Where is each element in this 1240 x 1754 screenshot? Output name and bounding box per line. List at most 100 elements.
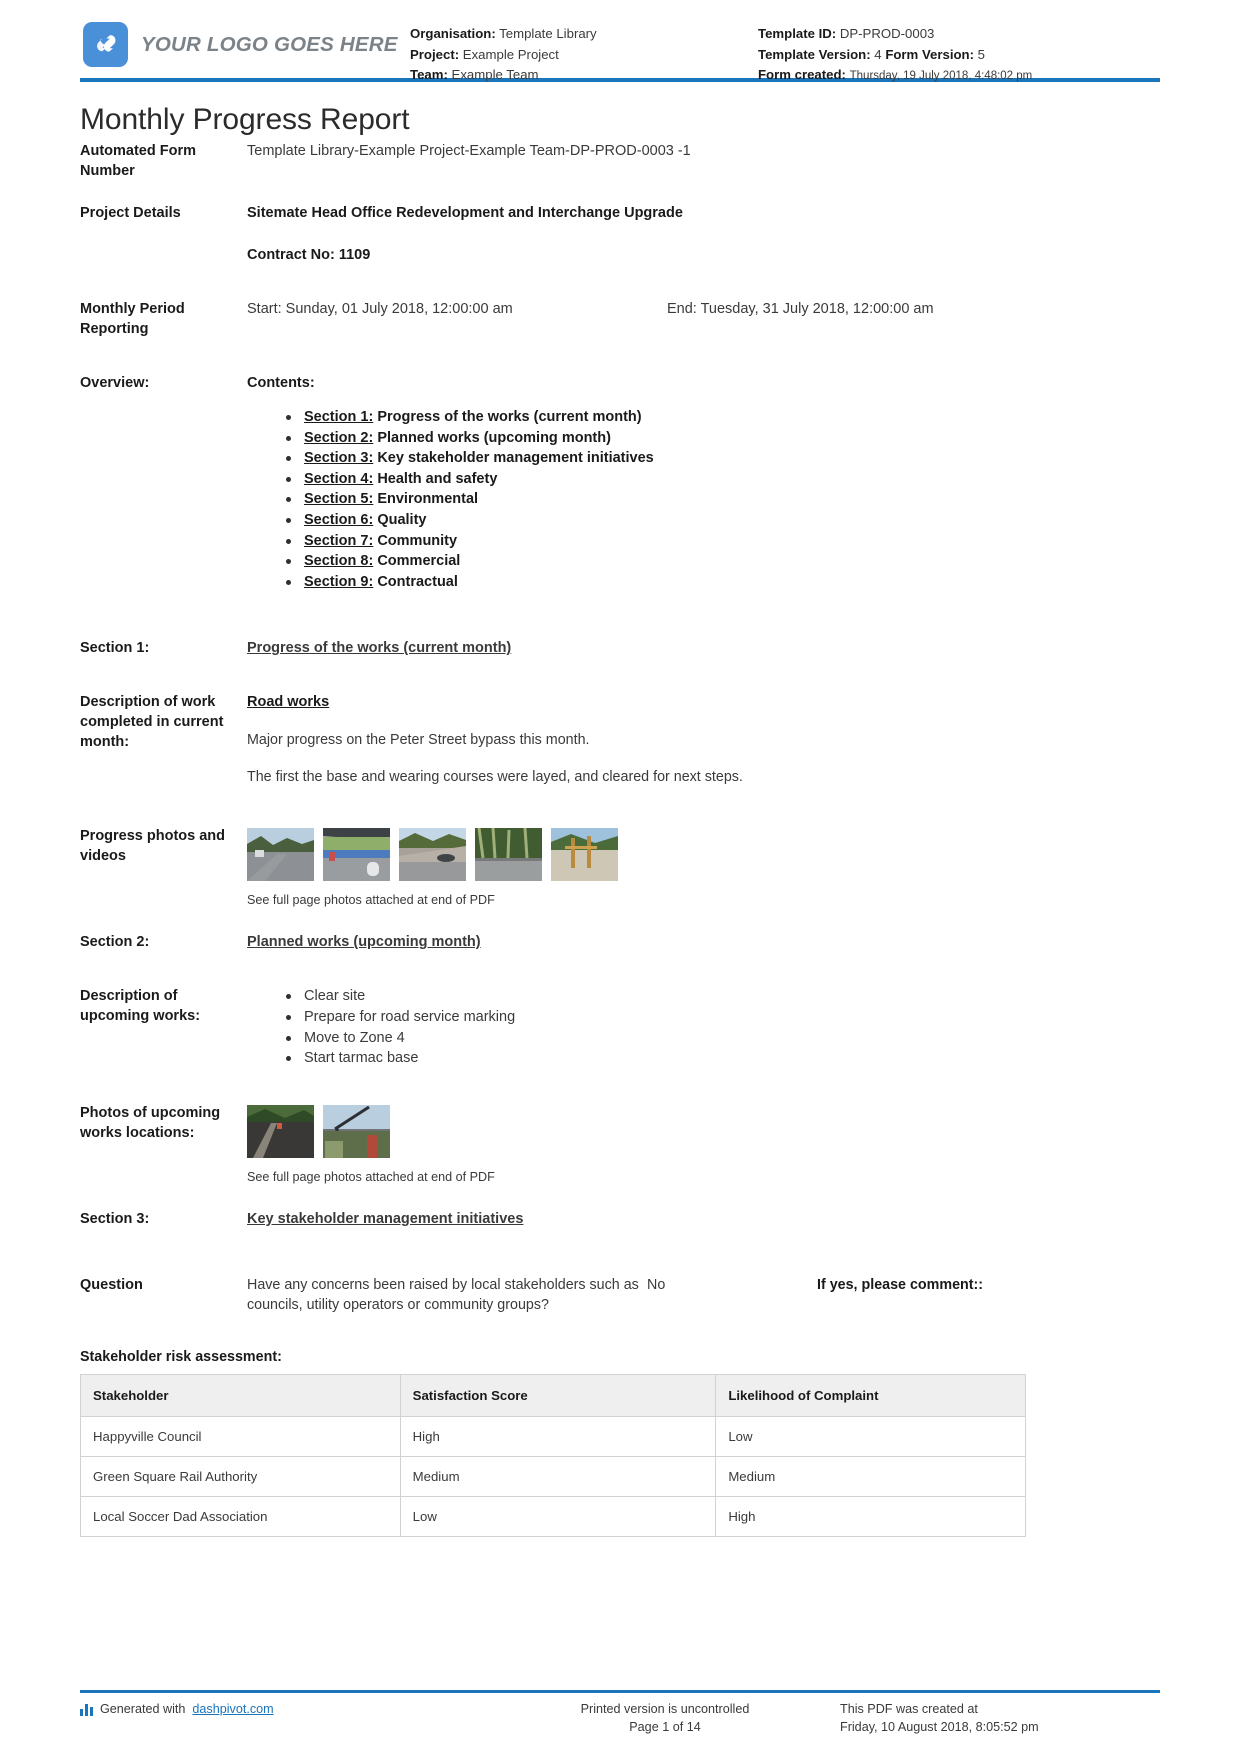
contents-item[interactable]: Section 3: Key stakeholder management in…: [286, 448, 1160, 469]
section3-heading: Key stakeholder management initiatives: [247, 1210, 524, 1227]
page-title: Monthly Progress Report: [80, 103, 410, 136]
stakeholder-risk-table: Stakeholder Satisfaction Score Likelihood …: [80, 1373, 1026, 1537]
contents-item-text: Commercial: [373, 553, 461, 570]
footer-generated: Generated with dashpivot.com: [80, 1700, 500, 1736]
question-label: Question: [80, 1276, 143, 1293]
project-details-label: Project Details: [80, 205, 181, 221]
team-label: Team:: [410, 67, 448, 82]
overview-row: Overview: Contents: Section 1: Progress …: [80, 373, 1160, 592]
contents-item-text: Community: [373, 532, 458, 549]
monthly-period-row: Monthly Period Reporting Start: Sunday, …: [80, 299, 1160, 339]
table-cell: Medium: [399, 1455, 717, 1497]
monthly-period-label: Monthly Period Reporting: [80, 301, 185, 337]
logo-text: YOUR LOGO GOES HERE: [141, 32, 398, 56]
photo-thumbnail[interactable]: [247, 828, 314, 882]
project-value: Example Project: [462, 46, 559, 62]
contents-item[interactable]: Section 7: Community: [286, 531, 1160, 552]
contents-label: Contents:: [247, 375, 315, 391]
overview-label: Overview:: [80, 375, 150, 391]
section1-heading: Progress of the works (current month): [247, 640, 512, 657]
progress-photos-value: See full page photos attached at end of …: [247, 826, 1160, 910]
generated-with-text: Generated with: [100, 1702, 186, 1716]
form-version-label: Form Version:: [885, 46, 974, 62]
automated-form-number-value: Template Library-Example Project-Example…: [247, 143, 691, 159]
section3-label: Section 3:: [80, 1210, 150, 1227]
contents-item-number: Section 8:: [304, 553, 374, 570]
template-version-label: Template Version:: [758, 46, 871, 62]
photo-thumbnail[interactable]: [247, 1104, 314, 1158]
contents-item[interactable]: Section 6: Quality: [286, 510, 1160, 531]
project-details-value: Sitemate Head Office Redevelopment and I…: [247, 205, 683, 221]
table-body: Happyville Council High Low Green Square Ra…: [80, 1415, 1026, 1537]
section1-paragraph-1: Major progress on the Peter Street bypas…: [247, 732, 590, 749]
logo-s-glyph: [83, 22, 128, 67]
section1-heading-row: Section 1: Progress of the works (curren…: [80, 638, 1160, 658]
period-end: End: Tuesday, 31 July 2018, 12:00:00 am: [667, 301, 934, 317]
contents-item-number: Section 1:: [304, 409, 374, 425]
contract-number: Contract No: 1109: [247, 247, 371, 263]
contents-item-text: Health and safety: [373, 470, 498, 487]
progress-photos-row: Progress photos and videos See full page…: [80, 826, 1160, 910]
contents-item[interactable]: Section 5: Environmental: [286, 489, 1160, 510]
document-footer: Generated with dashpivot.com Printed ver…: [80, 1690, 1160, 1736]
stakeholder-table-title: Stakeholder risk assessment:: [80, 1348, 282, 1365]
contents-item-number: Section 2:: [304, 429, 374, 446]
period-start: Start: Sunday, 01 July 2018, 12:00:00 am: [247, 301, 513, 317]
upcoming-works-item: Clear site: [286, 986, 1160, 1007]
contents-item-text: Contractual: [373, 573, 458, 590]
table-row: Local Soccer Dad Association Low High: [80, 1495, 1026, 1537]
question-value: Have any concerns been raised by local s…: [247, 1275, 1160, 1315]
upcoming-photos-value: See full page photos attached at end of …: [247, 1103, 1160, 1187]
contents-item-text: Progress of the works (current month): [373, 409, 642, 425]
contents-item[interactable]: Section 8: Commercial: [286, 551, 1160, 572]
upcoming-photos-row: Photos of upcoming works locations: See …: [80, 1103, 1160, 1187]
template-id-value: DP-PROD-0003: [839, 26, 935, 41]
contents-item[interactable]: Section 1: Progress of the works (curren…: [286, 407, 1160, 428]
progress-photo-thumbnails: [247, 828, 1160, 882]
contents-item[interactable]: Section 9: Contractual: [286, 572, 1160, 593]
section2-description-row: Description of upcoming works: Clear sit…: [80, 986, 1160, 1068]
section1-paragraph-2: The first the base and wearing courses w…: [247, 769, 743, 786]
table-header-row: Stakeholder Satisfaction Score Likelihood …: [80, 1373, 1026, 1417]
contents-item-number: Section 5:: [304, 491, 374, 508]
footer-center: Printed version is uncontrolled Page 1 o…: [500, 1700, 830, 1736]
uncontrolled-notice: Printed version is uncontrolled: [580, 1702, 750, 1716]
table-row: Green Square Rail Authority Medium Medium: [80, 1455, 1026, 1497]
section1-label: Section 1:: [80, 640, 150, 657]
photo-thumbnail[interactable]: [475, 828, 542, 882]
section1-description-value: Road works Major progress on the Peter S…: [247, 692, 1160, 804]
section3-heading-row: Section 3: Key stakeholder management in…: [80, 1209, 1160, 1229]
contents-item-number: Section 6:: [304, 511, 374, 528]
contents-item[interactable]: Section 2: Planned works (upcoming month…: [286, 428, 1160, 449]
progress-photos-label: Progress photos and videos: [80, 828, 226, 865]
table-column-header: Satisfaction Score: [399, 1373, 717, 1417]
dashpivot-link[interactable]: dashpivot.com: [192, 1700, 273, 1718]
table-column-header: Likelihood of Complaint: [715, 1373, 1026, 1417]
company-logo-icon: [83, 22, 128, 67]
project-details-row: Project Details Sitemate Head Office Red…: [80, 203, 1160, 265]
photo-thumbnail[interactable]: [323, 1104, 390, 1158]
organisation-label: Organisation:: [410, 26, 496, 41]
contents-item-number: Section 7:: [304, 532, 374, 549]
table-cell: Local Soccer Dad Association: [80, 1495, 401, 1537]
team-value: Example Team: [451, 67, 539, 82]
header-meta-left: Organisation: Template Library Project: …: [410, 22, 750, 86]
monthly-period-value: Start: Sunday, 01 July 2018, 12:00:00 am…: [247, 299, 1160, 319]
photo-thumbnail[interactable]: [551, 828, 618, 882]
page-number: Page 1 of 14: [629, 1720, 701, 1734]
contents-list: Section 1: Progress of the works (curren…: [247, 407, 1160, 592]
contents-item-text: Key stakeholder management initiatives: [373, 450, 654, 467]
pdf-created-value: Friday, 10 August 2018, 8:05:52 pm: [840, 1720, 1039, 1734]
template-id-label: Template ID:: [758, 26, 837, 41]
template-version-line: Template Version: 4 Form Version: 5: [758, 45, 1160, 66]
project-line: Project: Example Project: [410, 45, 750, 66]
photo-thumbnail[interactable]: [399, 828, 466, 882]
section2-label: Section 2:: [80, 934, 150, 951]
header-meta-right: Template ID: DP-PROD-0003 Template Versi…: [750, 22, 1160, 87]
progress-photos-caption: See full page photos attached at end of …: [247, 893, 495, 908]
table-cell: Low: [715, 1415, 1026, 1457]
photo-thumbnail[interactable]: [323, 828, 390, 882]
form-created-line: Form created: Thursday, 19 July 2018, 4:…: [758, 65, 1160, 87]
table-cell: Medium: [715, 1455, 1026, 1497]
contents-item[interactable]: Section 4: Health and safety: [286, 469, 1160, 490]
